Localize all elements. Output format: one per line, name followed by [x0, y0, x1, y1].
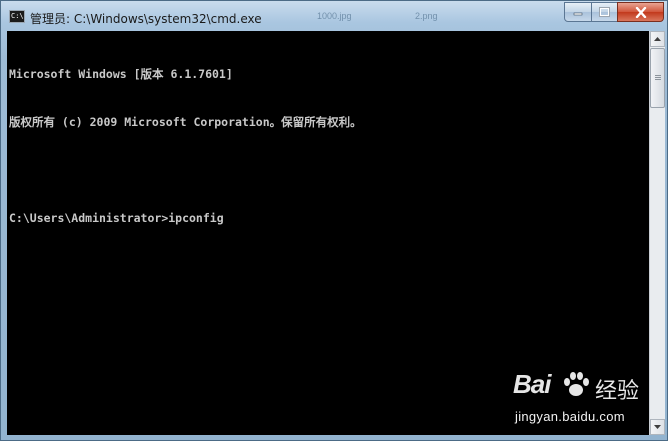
- scroll-up-button[interactable]: [650, 31, 665, 47]
- window-title: 管理员: C:\Windows\system32\cmd.exe: [30, 12, 262, 26]
- arrow-down-icon: [654, 425, 661, 429]
- paw-icon: [564, 372, 589, 396]
- close-button[interactable]: [617, 2, 664, 22]
- vertical-scrollbar[interactable]: [649, 31, 665, 435]
- minimize-button[interactable]: [564, 2, 592, 22]
- arrow-up-icon: [654, 37, 661, 41]
- watermark-suffix: 经验: [595, 379, 640, 404]
- console-line: C:\Users\Administrator>ipconfig: [9, 211, 224, 225]
- scrollbar-thumb[interactable]: [650, 48, 665, 108]
- cmd-app-icon[interactable]: C:\: [9, 10, 25, 23]
- console-line: Microsoft Windows [版本 6.1.7601]: [9, 67, 233, 81]
- watermark-logo-text: Bai: [513, 369, 551, 399]
- maximize-icon: [599, 7, 610, 17]
- baidu-jingyan-watermark: Bai 经验 jingyan.baidu.com: [513, 369, 643, 429]
- background-thumbnail-label: 1000.jpg: [317, 11, 352, 21]
- minimize-icon: [573, 12, 583, 16]
- console-line: 版权所有 (c) 2009 Microsoft Corporation。保留所有…: [9, 115, 362, 129]
- scroll-down-button[interactable]: [650, 419, 665, 435]
- cmd-window: C:\ 管理员: C:\Windows\system32\cmd.exe 100…: [0, 0, 668, 441]
- maximize-button[interactable]: [591, 2, 618, 22]
- console-text: Microsoft Windows [版本 6.1.7601] 版权所有 (c)…: [9, 34, 362, 258]
- title-bar[interactable]: C:\ 管理员: C:\Windows\system32\cmd.exe 100…: [1, 1, 667, 31]
- background-thumbnail-label: 2.png: [415, 11, 438, 21]
- watermark-url: jingyan.baidu.com: [515, 409, 625, 424]
- close-icon: [635, 6, 646, 18]
